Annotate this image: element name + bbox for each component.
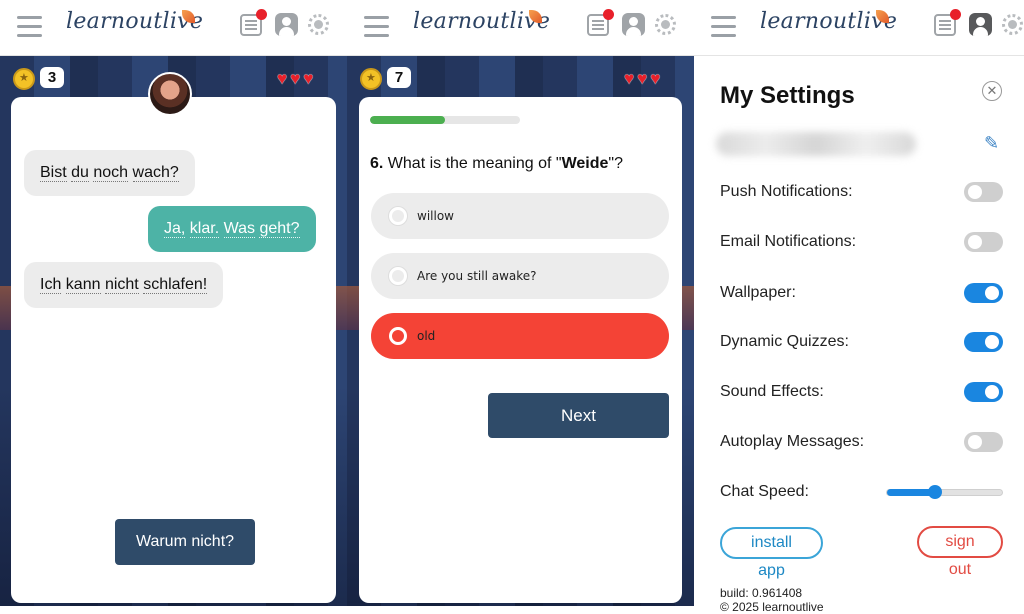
install-app-button[interactable]: install app [720,527,823,579]
heart-icon: ♥ [650,69,661,88]
chat-word[interactable]: Bist [40,164,67,182]
setting-label-dynamic: Dynamic Quizzes: [720,333,849,350]
notification-dot [256,9,267,20]
coin-count: 7 [387,67,411,88]
heart-icon: ♥ [303,69,314,88]
edit-pencil-icon[interactable]: ✎ [984,133,999,154]
next-button[interactable]: Next [488,393,669,438]
hamburger-menu-icon[interactable] [17,16,42,37]
chat-word[interactable]: Was [223,220,255,238]
profile-icon-active[interactable] [969,13,992,36]
question-word: Weide [561,155,609,172]
heart-icon: ♥ [277,69,288,88]
quiz-option[interactable]: willow [371,193,669,239]
quiz-question: 6. What is the meaning of "Weide"? [370,155,623,173]
email-notifications-toggle[interactable] [964,232,1003,252]
push-notifications-toggle[interactable] [964,182,1003,202]
chat-partner-avatar [148,72,192,116]
quiz-option-selected-wrong[interactable]: old [371,313,669,359]
theme-toggle-icon[interactable] [1002,14,1023,35]
chat-panel: learnoutlive 3 ♥ ♥ ♥ Bist du noch wach? … [0,0,347,606]
sound-effects-toggle[interactable] [964,382,1003,402]
profile-icon[interactable] [622,13,645,36]
blurred-username [716,132,916,156]
option-label: Are you still awake? [417,269,537,283]
chat-word[interactable]: du [71,164,89,182]
coin-icon [360,68,382,90]
quiz-panel: learnoutlive 7 ♥ ♥ ♥ [347,0,694,606]
theme-toggle-icon[interactable] [308,14,329,35]
heart-icon: ♥ [624,69,635,88]
settings-title: My Settings [720,82,855,109]
build-version: build: 0.961408 [720,586,803,600]
setting-label-email: Email Notifications: [720,233,857,250]
top-bar: learnoutlive [694,0,1024,56]
chat-speed-slider[interactable] [886,485,1003,499]
chat-word[interactable]: Ja, [164,220,186,238]
setting-label-sound: Sound Effects: [720,383,824,400]
chat-word[interactable]: schlafen! [143,276,208,294]
close-icon[interactable]: ✕ [982,81,1002,101]
radio-icon[interactable] [389,327,407,345]
top-bar: learnoutlive [347,0,694,56]
heart-icon: ♥ [637,69,648,88]
notification-dot [950,9,961,20]
chat-word[interactable]: Ich [40,276,62,294]
chat-word[interactable]: wach? [132,164,179,182]
chat-word[interactable]: nicht [104,276,139,294]
chat-message-outgoing[interactable]: Ja, klar. Was geht? [148,206,316,252]
copyright: © 2025 learnoutlive [720,600,824,614]
chat-word[interactable]: kann [65,276,101,294]
setting-label-speed: Chat Speed: [720,483,809,500]
wallpaper-toggle[interactable] [964,283,1003,303]
chat-word[interactable]: klar. [189,220,220,238]
heart-icon: ♥ [290,69,301,88]
coin-count: 3 [40,67,64,88]
setting-label-push: Push Notifications: [720,183,853,200]
chat-word[interactable]: geht? [259,220,300,238]
chat-message-incoming[interactable]: Bist du noch wach? [24,150,195,196]
radio-icon[interactable] [389,207,407,225]
autoplay-messages-toggle[interactable] [964,432,1003,452]
coin-icon [13,68,35,90]
hamburger-menu-icon[interactable] [364,16,389,37]
dynamic-quizzes-toggle[interactable] [964,332,1003,352]
theme-toggle-icon[interactable] [655,14,676,35]
quiz-progress-fill [370,116,445,124]
lives-hearts: ♥ ♥ ♥ [624,70,660,87]
option-label: willow [417,209,454,223]
question-prefix: What is the meaning of " [383,155,562,172]
quiz-option[interactable]: Are you still awake? [371,253,669,299]
radio-icon[interactable] [389,267,407,285]
quiz-progress-bar [370,116,520,124]
sign-out-button[interactable]: sign out [917,526,1003,578]
option-label: old [417,329,436,343]
chat-word[interactable]: noch [93,164,129,182]
top-bar: learnoutlive [0,0,347,56]
profile-icon[interactable] [275,13,298,36]
question-suffix: "? [608,155,623,172]
setting-label-autoplay: Autoplay Messages: [720,433,865,450]
lives-hearts: ♥ ♥ ♥ [277,70,313,87]
notification-dot [603,9,614,20]
setting-label-wallpaper: Wallpaper: [720,284,796,301]
reply-button[interactable]: Warum nicht? [115,519,255,565]
chat-message-incoming[interactable]: Ich kann nicht schlafen! [24,262,224,308]
question-number: 6. [370,155,384,172]
hamburger-menu-icon[interactable] [711,16,736,37]
